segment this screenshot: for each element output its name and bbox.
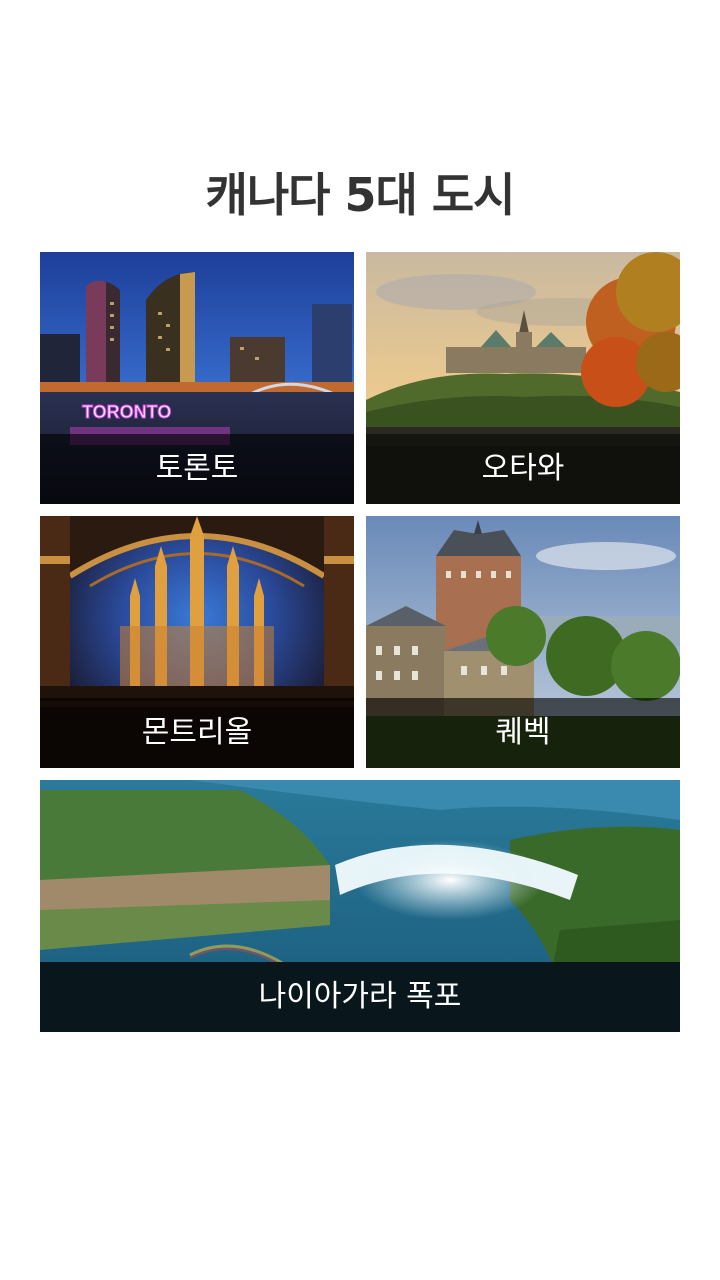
page-title: 캐나다 5대 도시 <box>205 168 516 222</box>
city-card-toronto[interactable]: TORONTO 토론토 <box>40 252 354 504</box>
city-label-toronto: 토론토 <box>40 434 354 504</box>
city-card-montreal[interactable]: 몬트리올 <box>40 516 354 768</box>
city-card-ottawa[interactable]: 오타와 <box>366 252 680 504</box>
city-card-niagara-falls[interactable]: 나이아가라 폭포 <box>40 780 680 1032</box>
city-label-niagara-falls: 나이아가라 폭포 <box>40 962 680 1032</box>
city-label-montreal: 몬트리올 <box>40 698 354 768</box>
city-label-quebec: 퀘벡 <box>366 698 680 768</box>
toronto-sign: TORONTO <box>82 402 171 422</box>
city-label-ottawa: 오타와 <box>366 434 680 504</box>
city-card-quebec[interactable]: 퀘벡 <box>366 516 680 768</box>
